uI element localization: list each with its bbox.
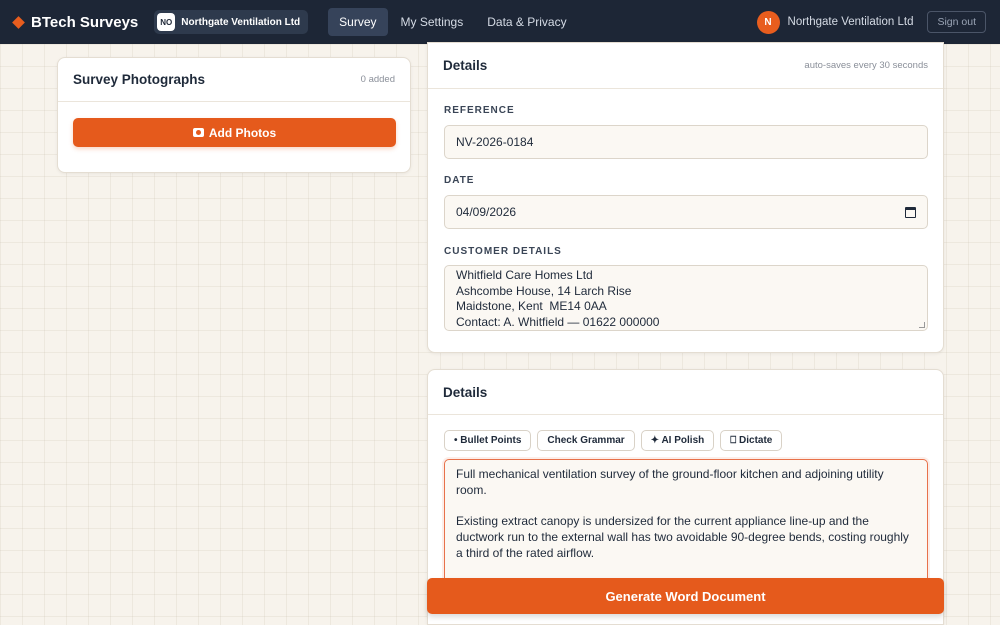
calendar-icon[interactable] — [905, 206, 916, 218]
nav-item-survey[interactable]: Survey — [328, 8, 388, 36]
notes-card-header: Details — [428, 370, 943, 415]
main-nav: Survey My Settings Data & Privacy — [328, 8, 577, 36]
user-name: Northgate Ventilation Ltd — [787, 16, 914, 28]
app-name: BTech Surveys — [31, 13, 139, 31]
add-photos-label: Add Photos — [208, 125, 277, 140]
photos-count: 0 added — [360, 74, 395, 85]
notes-paragraph: Full mechanical ventilation survey of th… — [456, 467, 884, 497]
photos-card-header: Survey Photographs 0 added — [58, 58, 410, 102]
customer-details-label: CUSTOMER DETAILS — [444, 246, 562, 257]
resize-handle-icon[interactable] — [919, 322, 925, 328]
avatar[interactable]: N — [756, 10, 780, 34]
date-field[interactable]: 04/09/2026 — [444, 195, 928, 229]
org-name: Northgate Ventilation Ltd — [181, 16, 301, 28]
dictate-button[interactable]: ⎕ Dictate — [720, 430, 783, 451]
brand[interactable]: BTech Surveys — [12, 13, 139, 31]
reference-label: REFERENCE — [444, 105, 515, 116]
details-form-card: Details auto-saves every 30 seconds REFE… — [427, 42, 944, 353]
add-photos-button[interactable]: Add Photos — [73, 118, 396, 147]
details-card-header: Details auto-saves every 30 seconds — [428, 43, 943, 89]
reference-value: NV-2026-0184 — [456, 135, 534, 149]
editor-toolbar: • Bullet Points Check Grammar ✦ AI Polis… — [444, 430, 783, 451]
date-value: 04/09/2026 — [456, 205, 517, 219]
check-grammar-button[interactable]: Check Grammar — [537, 430, 635, 451]
nav-item-my-settings[interactable]: My Settings — [390, 8, 475, 36]
top-navigation-bar: BTech Surveys NO Northgate Ventilation L… — [0, 0, 1000, 44]
brand-logo-icon — [12, 15, 25, 29]
notes-title: Details — [443, 384, 488, 400]
date-label: DATE — [444, 175, 475, 186]
sign-out-button[interactable]: Sign out — [927, 11, 986, 33]
survey-photographs-card: Survey Photographs 0 added Add Photos — [57, 57, 411, 173]
nav-item-data-privacy[interactable]: Data & Privacy — [476, 8, 577, 36]
org-badge: NO — [157, 13, 176, 31]
generate-word-document-button[interactable]: Generate Word Document — [427, 578, 944, 614]
photos-title: Survey Photographs — [73, 72, 206, 87]
ai-polish-button[interactable]: ✦ AI Polish — [640, 430, 715, 451]
details-title: Details — [443, 58, 488, 73]
camera-icon — [192, 128, 204, 137]
reference-field[interactable]: NV-2026-0184 — [444, 125, 928, 159]
organization-switcher[interactable]: NO Northgate Ventilation Ltd — [154, 10, 309, 34]
customer-details-value: Whitfield Care Homes Ltd Ashcombe House,… — [456, 268, 660, 329]
customer-details-textarea[interactable]: Whitfield Care Homes Ltd Ashcombe House,… — [444, 265, 928, 331]
user-area: N Northgate Ventilation Ltd Sign out — [756, 10, 986, 34]
autosave-note: auto-saves every 30 seconds — [804, 60, 928, 71]
bullet-points-button[interactable]: • Bullet Points — [444, 430, 532, 451]
notes-paragraph: Existing extract canopy is undersized fo… — [456, 514, 909, 560]
